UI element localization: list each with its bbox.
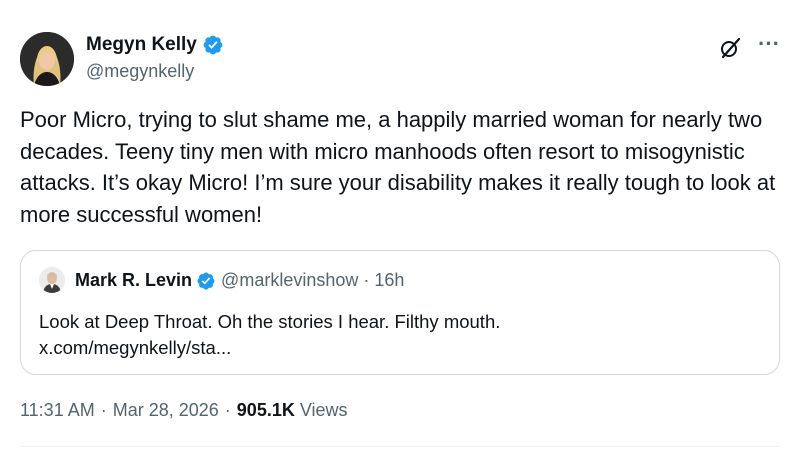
verified-badge-icon xyxy=(203,35,223,55)
views-label: Views xyxy=(299,400,348,420)
quoted-time: 16h xyxy=(374,270,405,290)
author-name[interactable]: Megyn Kelly xyxy=(86,34,197,56)
footer-separator: · xyxy=(100,400,107,420)
quoted-separator: · xyxy=(363,270,370,290)
quoted-text: Look at Deep Throat. Oh the stories I he… xyxy=(39,309,759,361)
divider xyxy=(20,446,780,447)
tweet-date[interactable]: Mar 28, 2026 xyxy=(113,400,219,421)
author-handle[interactable]: @megynkelly xyxy=(86,61,224,82)
quoted-author-name: Mark R. Levin xyxy=(75,270,193,290)
tweet-footer: 11:31 AM · Mar 28, 2026 · 905.1K Views xyxy=(20,400,348,421)
quoted-text-line: Look at Deep Throat. Oh the stories I he… xyxy=(39,311,501,332)
footer-separator: · xyxy=(224,400,231,420)
views-count: 905.1K xyxy=(236,400,295,420)
author-avatar[interactable] xyxy=(20,32,74,86)
grok-icon[interactable] xyxy=(718,36,742,60)
quoted-author-avatar xyxy=(39,267,65,293)
quoted-tweet[interactable]: Mark R. Levin @marklevinshow · 16h Look … xyxy=(20,250,780,375)
author-block: Megyn Kelly @megynkelly xyxy=(86,32,224,82)
quoted-link[interactable]: x.com/megynkelly/sta... xyxy=(39,335,759,361)
tweet-actions-top: ··· xyxy=(718,33,780,60)
quoted-header: Mark R. Levin @marklevinshow · 16h xyxy=(75,270,404,291)
tweet-text: Poor Micro, trying to slut shame me, a h… xyxy=(20,107,776,227)
verified-badge-icon xyxy=(197,271,215,290)
quoted-author-handle: @marklevinshow xyxy=(221,270,359,290)
more-options-icon[interactable]: ··· xyxy=(758,33,780,59)
tweet-time[interactable]: 11:31 AM xyxy=(20,400,95,421)
